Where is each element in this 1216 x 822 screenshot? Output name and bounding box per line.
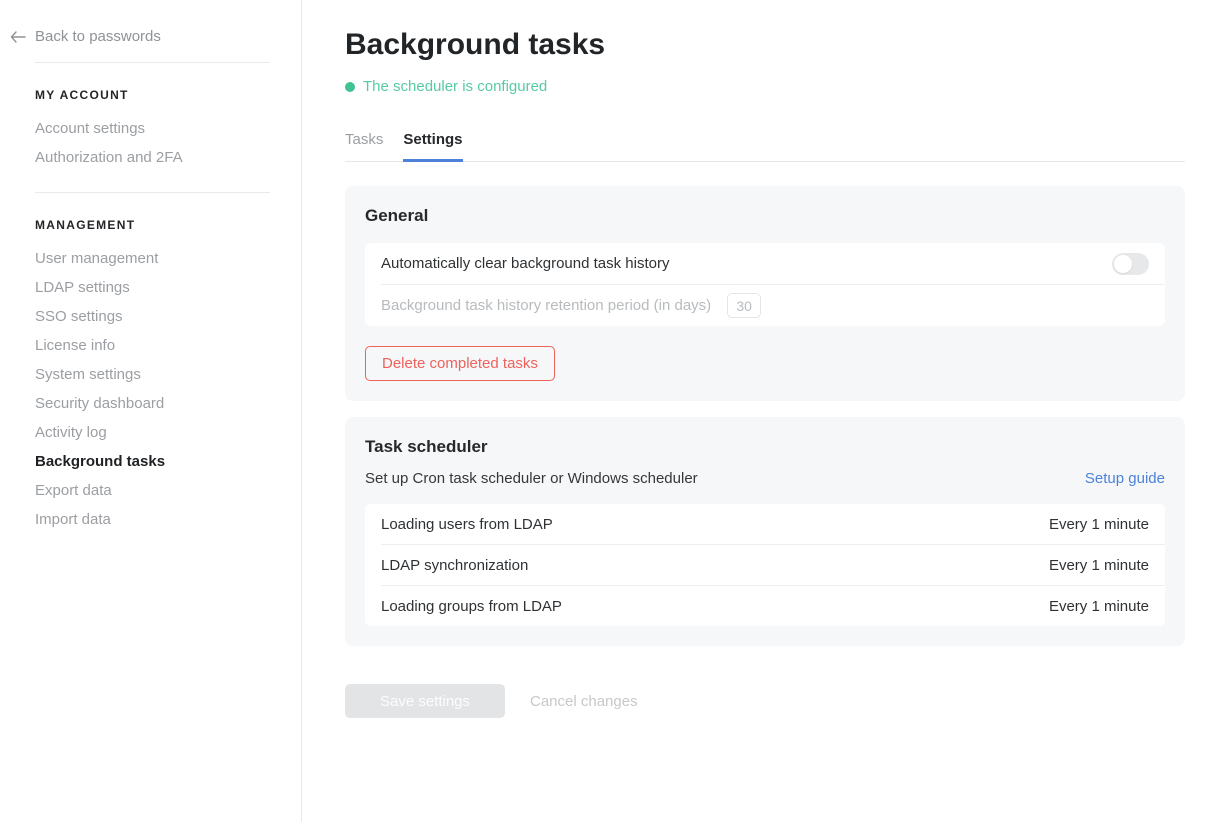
retention-period-label: Background task history retention period… <box>381 297 711 314</box>
delete-completed-tasks-button[interactable]: Delete completed tasks <box>365 346 555 381</box>
arrow-left-icon <box>10 31 26 43</box>
auto-clear-row: Automatically clear background task hist… <box>365 243 1165 284</box>
general-card: General Automatically clear background t… <box>345 186 1185 401</box>
section-title-management: MANAGEMENT <box>35 218 270 232</box>
back-to-passwords-link[interactable]: Back to passwords <box>10 28 270 45</box>
back-link-label: Back to passwords <box>35 28 161 45</box>
scheduled-tasks-box: Loading users from LDAP Every 1 minute L… <box>365 504 1165 626</box>
task-scheduler-title: Task scheduler <box>365 437 1165 457</box>
general-card-title: General <box>365 206 1165 226</box>
sidebar-item-export-data[interactable]: Export data <box>35 476 270 505</box>
cancel-changes-button[interactable]: Cancel changes <box>530 693 638 710</box>
task-name: LDAP synchronization <box>381 557 528 574</box>
sidebar-item-user-management[interactable]: User management <box>35 244 270 273</box>
management-items: User management LDAP settings SSO settin… <box>35 244 270 534</box>
sidebar-item-sso-settings[interactable]: SSO settings <box>35 302 270 331</box>
retention-days-input[interactable] <box>727 293 761 318</box>
tab-settings[interactable]: Settings <box>403 131 462 161</box>
footer-actions: Save settings Cancel changes <box>345 684 1185 718</box>
auto-clear-label: Automatically clear background task hist… <box>381 255 1112 272</box>
general-settings-box: Automatically clear background task hist… <box>365 243 1165 326</box>
toggle-knob <box>1114 255 1132 273</box>
sidebar-item-account-settings[interactable]: Account settings <box>35 114 270 143</box>
sidebar-divider <box>35 62 270 63</box>
setup-guide-link[interactable]: Setup guide <box>1085 470 1165 487</box>
sidebar-item-system-settings[interactable]: System settings <box>35 360 270 389</box>
sidebar-item-activity-log[interactable]: Activity log <box>35 418 270 447</box>
sidebar-item-authorization-2fa[interactable]: Authorization and 2FA <box>35 143 270 172</box>
sidebar-divider <box>35 192 270 193</box>
scheduler-subtitle-row: Set up Cron task scheduler or Windows sc… <box>365 470 1165 487</box>
page-title: Background tasks <box>345 27 1185 63</box>
status-text: The scheduler is configured <box>363 78 547 95</box>
task-interval: Every 1 minute <box>1049 516 1149 533</box>
task-row: Loading users from LDAP Every 1 minute <box>365 504 1165 544</box>
task-name: Loading groups from LDAP <box>381 598 562 615</box>
task-interval: Every 1 minute <box>1049 557 1149 574</box>
tab-bar: Tasks Settings <box>345 131 1185 162</box>
task-name: Loading users from LDAP <box>381 516 553 533</box>
app-window: Back to passwords MY ACCOUNT Account set… <box>0 0 1216 822</box>
sidebar-item-ldap-settings[interactable]: LDAP settings <box>35 273 270 302</box>
status-dot-icon <box>345 82 355 92</box>
scheduler-status: The scheduler is configured <box>345 78 1185 95</box>
save-settings-button[interactable]: Save settings <box>345 684 505 718</box>
my-account-items: Account settings Authorization and 2FA <box>35 114 270 172</box>
tab-tasks[interactable]: Tasks <box>345 131 383 161</box>
main-content: Background tasks The scheduler is config… <box>302 0 1216 822</box>
sidebar-item-background-tasks[interactable]: Background tasks <box>35 447 270 476</box>
auto-clear-toggle[interactable] <box>1112 253 1149 275</box>
task-scheduler-card: Task scheduler Set up Cron task schedule… <box>345 417 1185 646</box>
sidebar-item-security-dashboard[interactable]: Security dashboard <box>35 389 270 418</box>
task-interval: Every 1 minute <box>1049 598 1149 615</box>
task-row: Loading groups from LDAP Every 1 minute <box>365 586 1165 626</box>
retention-period-row: Background task history retention period… <box>365 285 1165 326</box>
scheduler-subtitle: Set up Cron task scheduler or Windows sc… <box>365 470 698 487</box>
task-row: LDAP synchronization Every 1 minute <box>365 545 1165 585</box>
settings-sidebar: Back to passwords MY ACCOUNT Account set… <box>0 0 302 822</box>
section-title-my-account: MY ACCOUNT <box>35 88 270 102</box>
sidebar-item-license-info[interactable]: License info <box>35 331 270 360</box>
sidebar-item-import-data[interactable]: Import data <box>35 505 270 534</box>
